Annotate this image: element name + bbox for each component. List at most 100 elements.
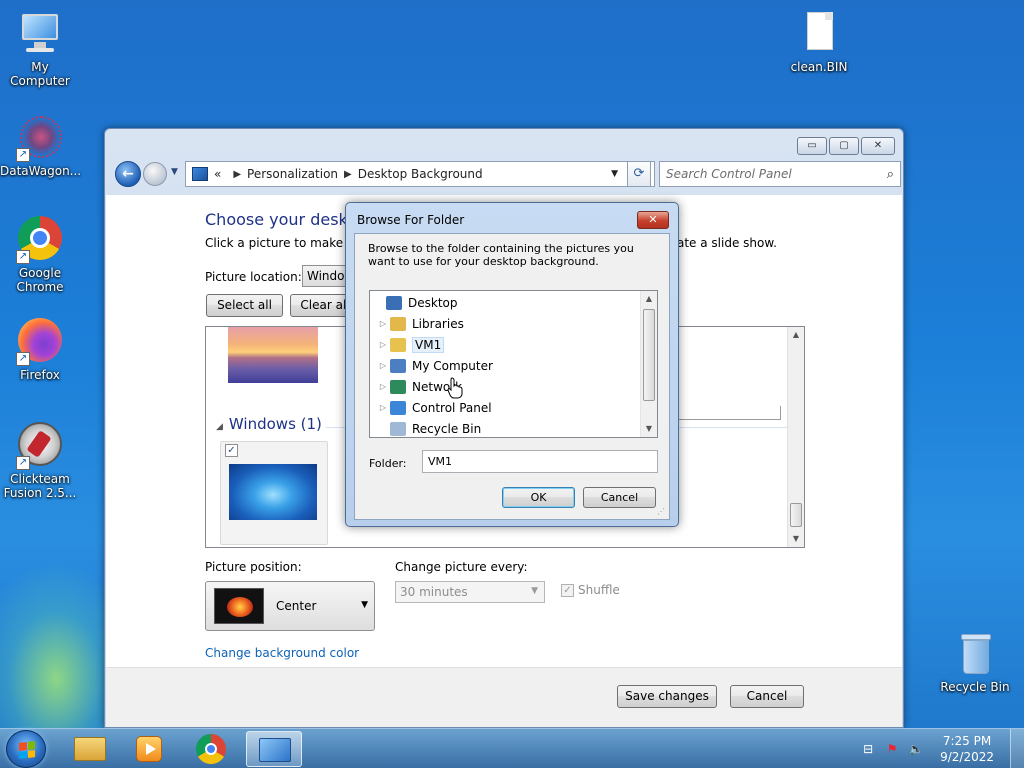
action-center-flag-icon[interactable]: ⚑: [884, 741, 900, 757]
desktop-icon-label: Fusion 2.5...: [3, 486, 77, 500]
firefox-icon: ↗: [16, 318, 64, 366]
desktop-icon-label: My Computer: [10, 60, 70, 88]
expand-icon[interactable]: ▷: [378, 319, 388, 328]
wallpaper-tile-windows[interactable]: ✓: [220, 441, 328, 545]
volume-icon[interactable]: 🔈: [908, 741, 924, 757]
refresh-button[interactable]: ⟳: [627, 161, 651, 187]
forward-button[interactable]: [143, 162, 167, 186]
desktop-icon-recycle-bin[interactable]: Recycle Bin: [935, 630, 1015, 694]
desktop-icon-chrome[interactable]: ↗ Google Chrome: [0, 216, 80, 294]
recycle-bin-icon: [390, 421, 406, 436]
windows-wallpaper-thumbnail: [229, 464, 317, 520]
shuffle-checkbox[interactable]: ✓ Shuffle: [561, 583, 620, 597]
folder-tree[interactable]: ▲ ▼ Desktop ▷ Libraries ▷ VM1 ▷ My Computer ▷ Ne…: [369, 290, 658, 438]
expand-icon[interactable]: ▷: [378, 361, 388, 370]
control-panel-icon: [259, 738, 291, 762]
desktop-icon-label: Google: [18, 266, 62, 280]
change-interval-select[interactable]: 30 minutes ▼: [395, 581, 545, 603]
clock-time: 7:25 PM: [942, 734, 992, 748]
intro-text: Click a picture to make it y: [205, 236, 366, 250]
taskbar-explorer[interactable]: [62, 731, 118, 767]
picture-position-select[interactable]: Center ▼: [205, 581, 375, 631]
desktop-icon-datawagon[interactable]: ↗ DataWagon...: [0, 114, 81, 178]
scroll-thumb[interactable]: [790, 503, 802, 527]
tree-item-label: My Computer: [412, 358, 493, 373]
change-interval-value: 30 minutes: [400, 585, 468, 599]
tile-checkbox[interactable]: ✓: [225, 444, 238, 457]
tree-item-libraries[interactable]: ▷ Libraries: [378, 313, 464, 334]
dialog-cancel-button[interactable]: Cancel: [583, 487, 656, 508]
shortcut-arrow-icon: ↗: [16, 352, 30, 366]
save-changes-button[interactable]: Save changes: [617, 685, 717, 708]
picture-location-label: Picture location:: [205, 270, 302, 284]
hand-cursor-icon: [447, 377, 463, 399]
resize-grip-icon[interactable]: ⋰: [657, 507, 667, 517]
desktop-icon-label: Firefox: [20, 368, 60, 382]
breadcrumb-desktop-background[interactable]: Desktop Background: [358, 167, 483, 181]
change-background-color-link[interactable]: Change background color: [205, 646, 359, 660]
search-icon[interactable]: ⌕: [887, 167, 894, 182]
network-tray-icon[interactable]: ⊟: [860, 741, 876, 757]
shortcut-arrow-icon: ↗: [16, 250, 30, 264]
group-header[interactable]: ◢ Windows (1): [216, 415, 322, 433]
wallpaper-thumbnail[interactable]: [228, 327, 318, 383]
ok-button[interactable]: OK: [502, 487, 575, 508]
network-icon: [390, 379, 406, 394]
scroll-down-icon[interactable]: ▼: [788, 531, 804, 547]
cancel-button[interactable]: Cancel: [730, 685, 804, 708]
clock[interactable]: 7:25 PM 9/2/2022: [940, 733, 994, 765]
scroll-thumb[interactable]: [643, 309, 655, 401]
scroll-down-icon[interactable]: ▼: [641, 421, 657, 437]
control-panel-icon: [390, 400, 406, 415]
desktop-icon: [386, 295, 402, 310]
dialog-close-button[interactable]: ✕: [637, 211, 669, 229]
minimize-button[interactable]: ▭: [797, 137, 827, 155]
user-folder-icon: [390, 337, 406, 352]
show-desktop-button[interactable]: [1010, 729, 1024, 768]
taskbar-control-panel[interactable]: [246, 731, 302, 767]
search-input[interactable]: Search Control Panel ⌕: [659, 161, 901, 187]
tree-item-label: Recycle Bin: [412, 421, 482, 436]
taskbar-media-player[interactable]: [122, 731, 178, 767]
back-button[interactable]: ←: [115, 161, 141, 187]
tree-item-vm1[interactable]: ▷ VM1: [378, 334, 445, 355]
collapse-icon[interactable]: ◢: [216, 422, 223, 432]
scroll-up-icon[interactable]: ▲: [641, 291, 657, 307]
group-title: Windows (1): [228, 415, 322, 433]
tree-item-recycle-bin[interactable]: Recycle Bin: [378, 418, 482, 437]
tree-item-my-computer[interactable]: ▷ My Computer: [378, 355, 493, 376]
desktop-icon-my-computer[interactable]: My Computer: [0, 10, 80, 88]
breadcrumb-separator-icon: ▶: [344, 168, 352, 180]
desktop-icon-firefox[interactable]: ↗ Firefox: [0, 318, 80, 382]
folder-input[interactable]: VM1: [422, 450, 658, 473]
expand-icon[interactable]: ▷: [378, 403, 388, 412]
expand-icon[interactable]: ▷: [378, 340, 388, 349]
tree-item-control-panel[interactable]: ▷ Control Panel: [378, 397, 492, 418]
window-controls: ▭ ▢ ✕: [797, 137, 895, 155]
breadcrumb-separator-icon: ▶: [233, 168, 242, 180]
dialog-description: Browse to the folder containing the pict…: [368, 242, 634, 268]
taskbar-chrome[interactable]: [184, 731, 240, 767]
chrome-icon: ↗: [16, 216, 64, 264]
tree-scrollbar[interactable]: ▲ ▼: [640, 291, 657, 437]
tree-item-label: Desktop: [408, 295, 458, 310]
close-button[interactable]: ✕: [861, 137, 895, 155]
footer-bar: Save changes Cancel: [106, 667, 902, 727]
desktop-icon-clickteam[interactable]: ↗ Clickteam Fusion 2.5...: [0, 422, 80, 500]
gallery-scrollbar[interactable]: ▲ ▼: [787, 327, 804, 547]
tree-item-desktop[interactable]: Desktop: [374, 292, 458, 313]
breadcrumb-personalization[interactable]: Personalization: [247, 167, 338, 181]
scroll-up-icon[interactable]: ▲: [788, 327, 804, 343]
dialog-body: Browse to the folder containing the pict…: [354, 233, 670, 520]
taskbar: ⊟ ⚑ 🔈 7:25 PM 9/2/2022: [0, 728, 1024, 768]
desktop-icon-clean-bin[interactable]: clean.BIN: [779, 10, 859, 74]
start-button[interactable]: [6, 730, 46, 768]
breadcrumb-prefix[interactable]: «: [214, 167, 221, 181]
recent-pages-dropdown[interactable]: ▼: [171, 167, 178, 177]
address-dropdown-icon[interactable]: ▼: [611, 169, 618, 179]
expand-icon[interactable]: ▷: [378, 382, 388, 391]
maximize-button[interactable]: ▢: [829, 137, 859, 155]
shortcut-arrow-icon: ↗: [16, 456, 30, 470]
address-bar[interactable]: « ▶ Personalization ▶ Desktop Background…: [185, 161, 655, 187]
select-all-button[interactable]: Select all: [206, 294, 283, 317]
